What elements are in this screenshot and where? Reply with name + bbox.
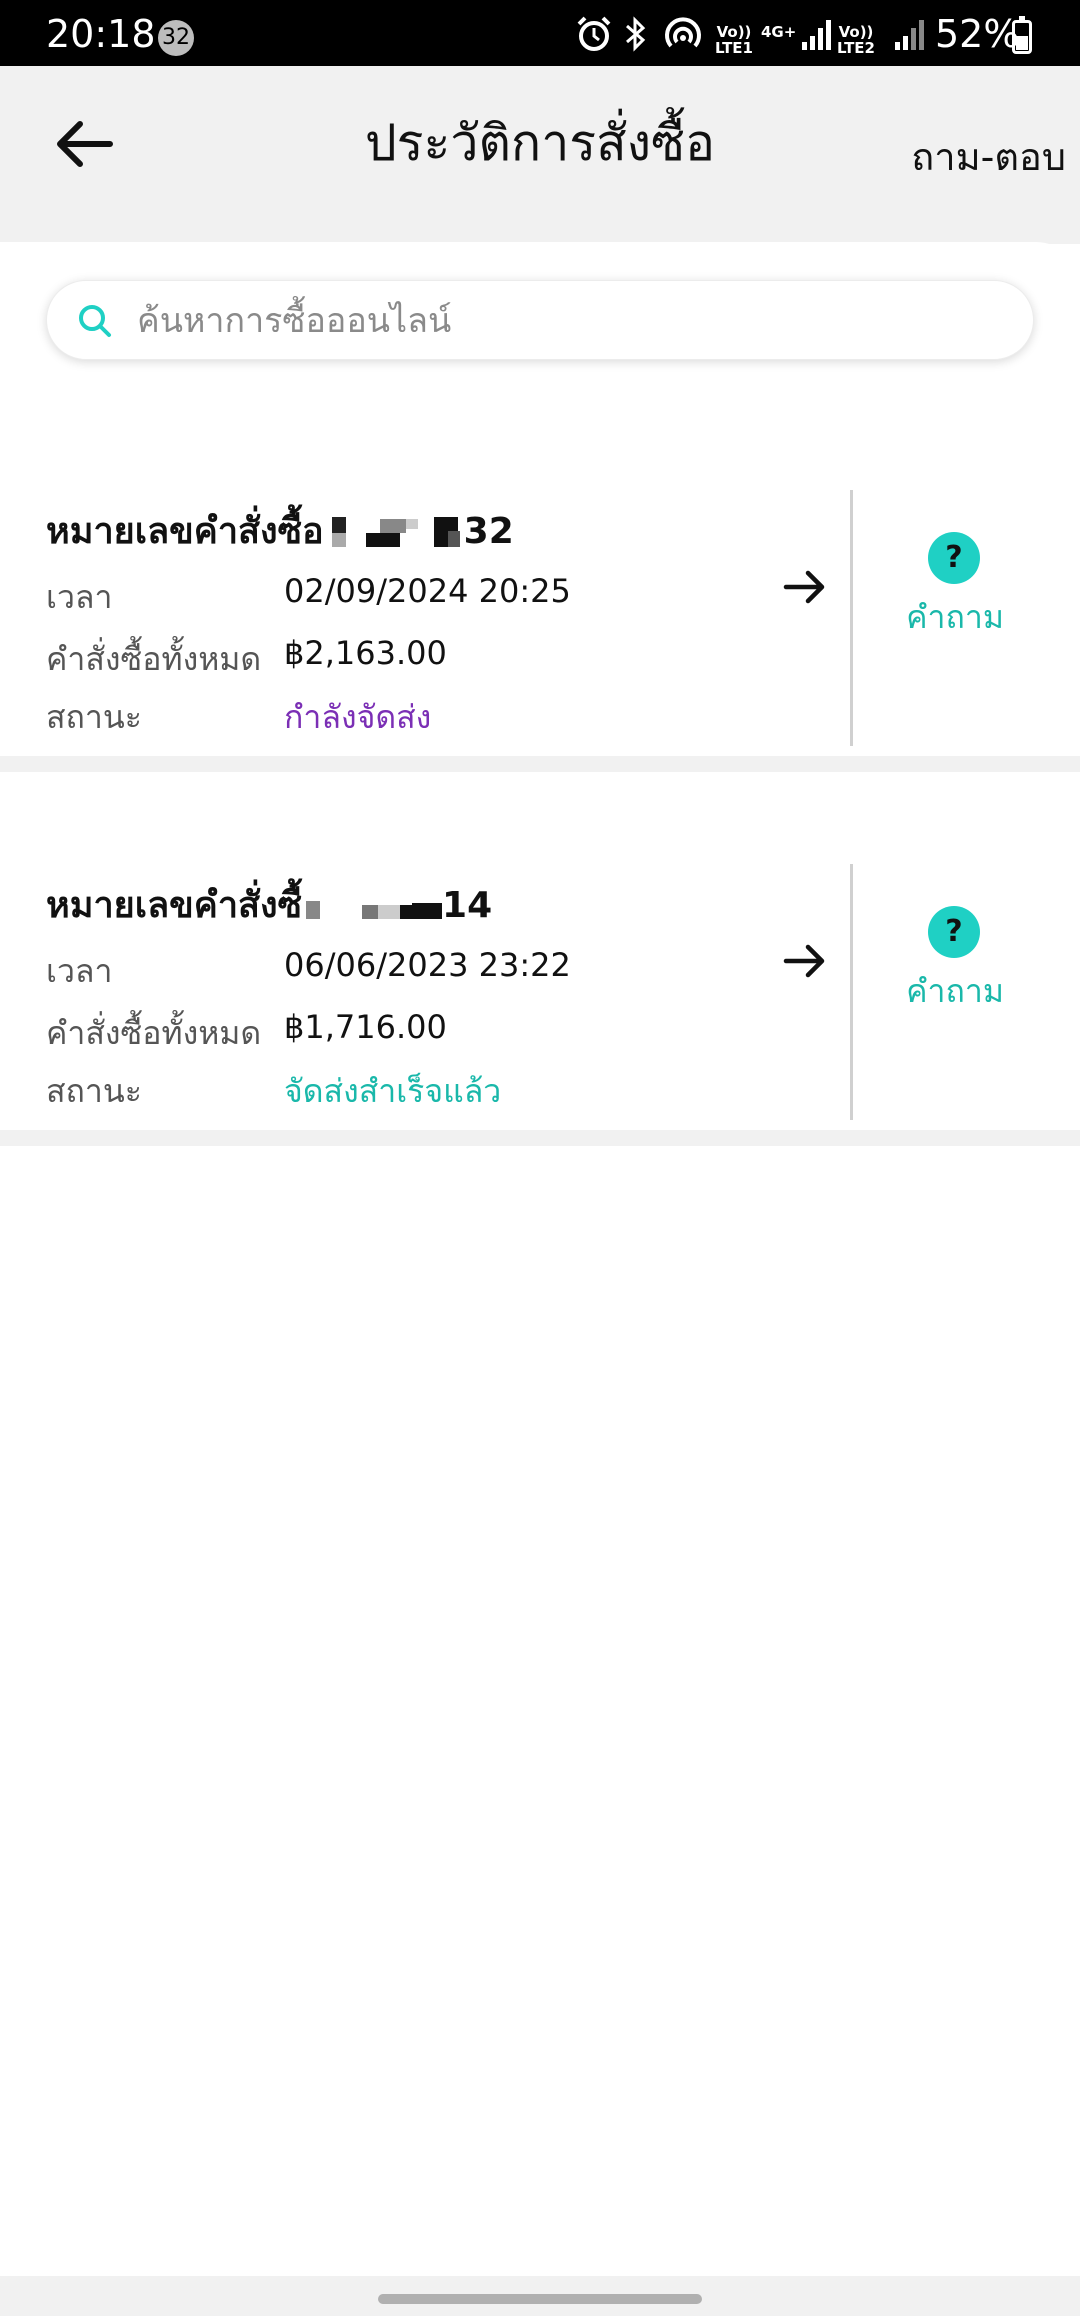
question-button[interactable]: ? คำถาม xyxy=(880,532,1030,652)
arrow-right-icon[interactable] xyxy=(780,562,830,612)
total-label: คำสั่งซื้อทั้งหมด xyxy=(46,1014,262,1052)
order-card[interactable]: หมายเลขคำสั่งซื้ 14 เวลา 06/06/2023 23:2… xyxy=(0,816,1080,1176)
order-number: หมายเลขคำสั่งซื้ 14 xyxy=(46,876,492,933)
question-label: คำถาม xyxy=(906,598,1004,636)
order-time: 06/06/2023 23:22 xyxy=(284,946,571,984)
app-header: ประวัติการสั่งซื้อ ถาม-ตอบ xyxy=(0,66,1080,244)
question-button[interactable]: ? คำถาม xyxy=(880,906,1030,1026)
search-bar[interactable] xyxy=(46,280,1034,361)
vertical-divider xyxy=(850,864,853,1120)
status-time: 20:18 xyxy=(46,12,156,56)
arrow-right-icon[interactable] xyxy=(780,936,830,986)
total-label: คำสั่งซื้อทั้งหมด xyxy=(46,640,262,678)
time-label: เวลา xyxy=(46,952,113,990)
hotspot-icon xyxy=(665,17,701,48)
bluetooth-icon xyxy=(626,16,646,52)
status-label: สถานะ xyxy=(46,1072,142,1110)
order-card[interactable]: หมายเลขคำสั่งซื้อ 32 เวลา 02/09/2024 20:… xyxy=(0,442,1080,802)
order-status: จัดส่งสำเร็จแล้ว xyxy=(284,1072,502,1110)
network-type: 4G+ xyxy=(761,23,797,41)
navigation-bar xyxy=(0,2276,1080,2316)
home-indicator[interactable] xyxy=(378,2294,702,2304)
signal-icon xyxy=(802,20,831,50)
question-icon: ? xyxy=(928,906,980,958)
time-label: เวลา xyxy=(46,578,113,616)
redacted-pixels xyxy=(306,887,443,927)
order-total: ฿2,163.00 xyxy=(284,634,447,672)
question-icon: ? xyxy=(928,532,980,584)
vertical-divider xyxy=(850,490,853,746)
order-status: กำลังจัดส่ง xyxy=(284,698,432,736)
status-label: สถานะ xyxy=(46,698,142,736)
faq-link[interactable]: ถาม-ตอบ xyxy=(911,126,1066,187)
order-number-suffix: 14 xyxy=(442,885,493,926)
sim2-label: Vo)) LTE2 xyxy=(837,23,875,57)
notification-count-badge: 32 xyxy=(158,20,194,56)
order-total: ฿1,716.00 xyxy=(284,1008,447,1046)
sim1-label: Vo)) LTE1 xyxy=(715,23,753,57)
order-number-suffix: 32 xyxy=(463,511,514,552)
battery-percent: 52% xyxy=(935,12,1020,56)
search-input[interactable] xyxy=(137,281,997,361)
redacted-pixels xyxy=(328,513,464,553)
order-time: 02/09/2024 20:25 xyxy=(284,572,571,610)
status-bar: 20:18 32 Vo)) LTE1 4G+ Vo)) LTE2 52% xyxy=(0,0,1080,66)
search-icon xyxy=(79,305,111,337)
card-divider xyxy=(0,756,1080,772)
battery-icon xyxy=(1012,16,1032,54)
card-divider xyxy=(0,1130,1080,1146)
order-number: หมายเลขคำสั่งซื้อ 32 xyxy=(46,502,514,559)
alarm-icon xyxy=(577,16,611,51)
order-number-label: หมายเลขคำสั่งซื้อ xyxy=(46,511,324,552)
question-label: คำถาม xyxy=(906,972,1004,1010)
order-number-label: หมายเลขคำสั่งซื้ xyxy=(46,885,303,926)
content-panel: หมายเลขคำสั่งซื้อ 32 เวลา 02/09/2024 20:… xyxy=(0,242,1080,2282)
signal-icon xyxy=(895,20,924,50)
